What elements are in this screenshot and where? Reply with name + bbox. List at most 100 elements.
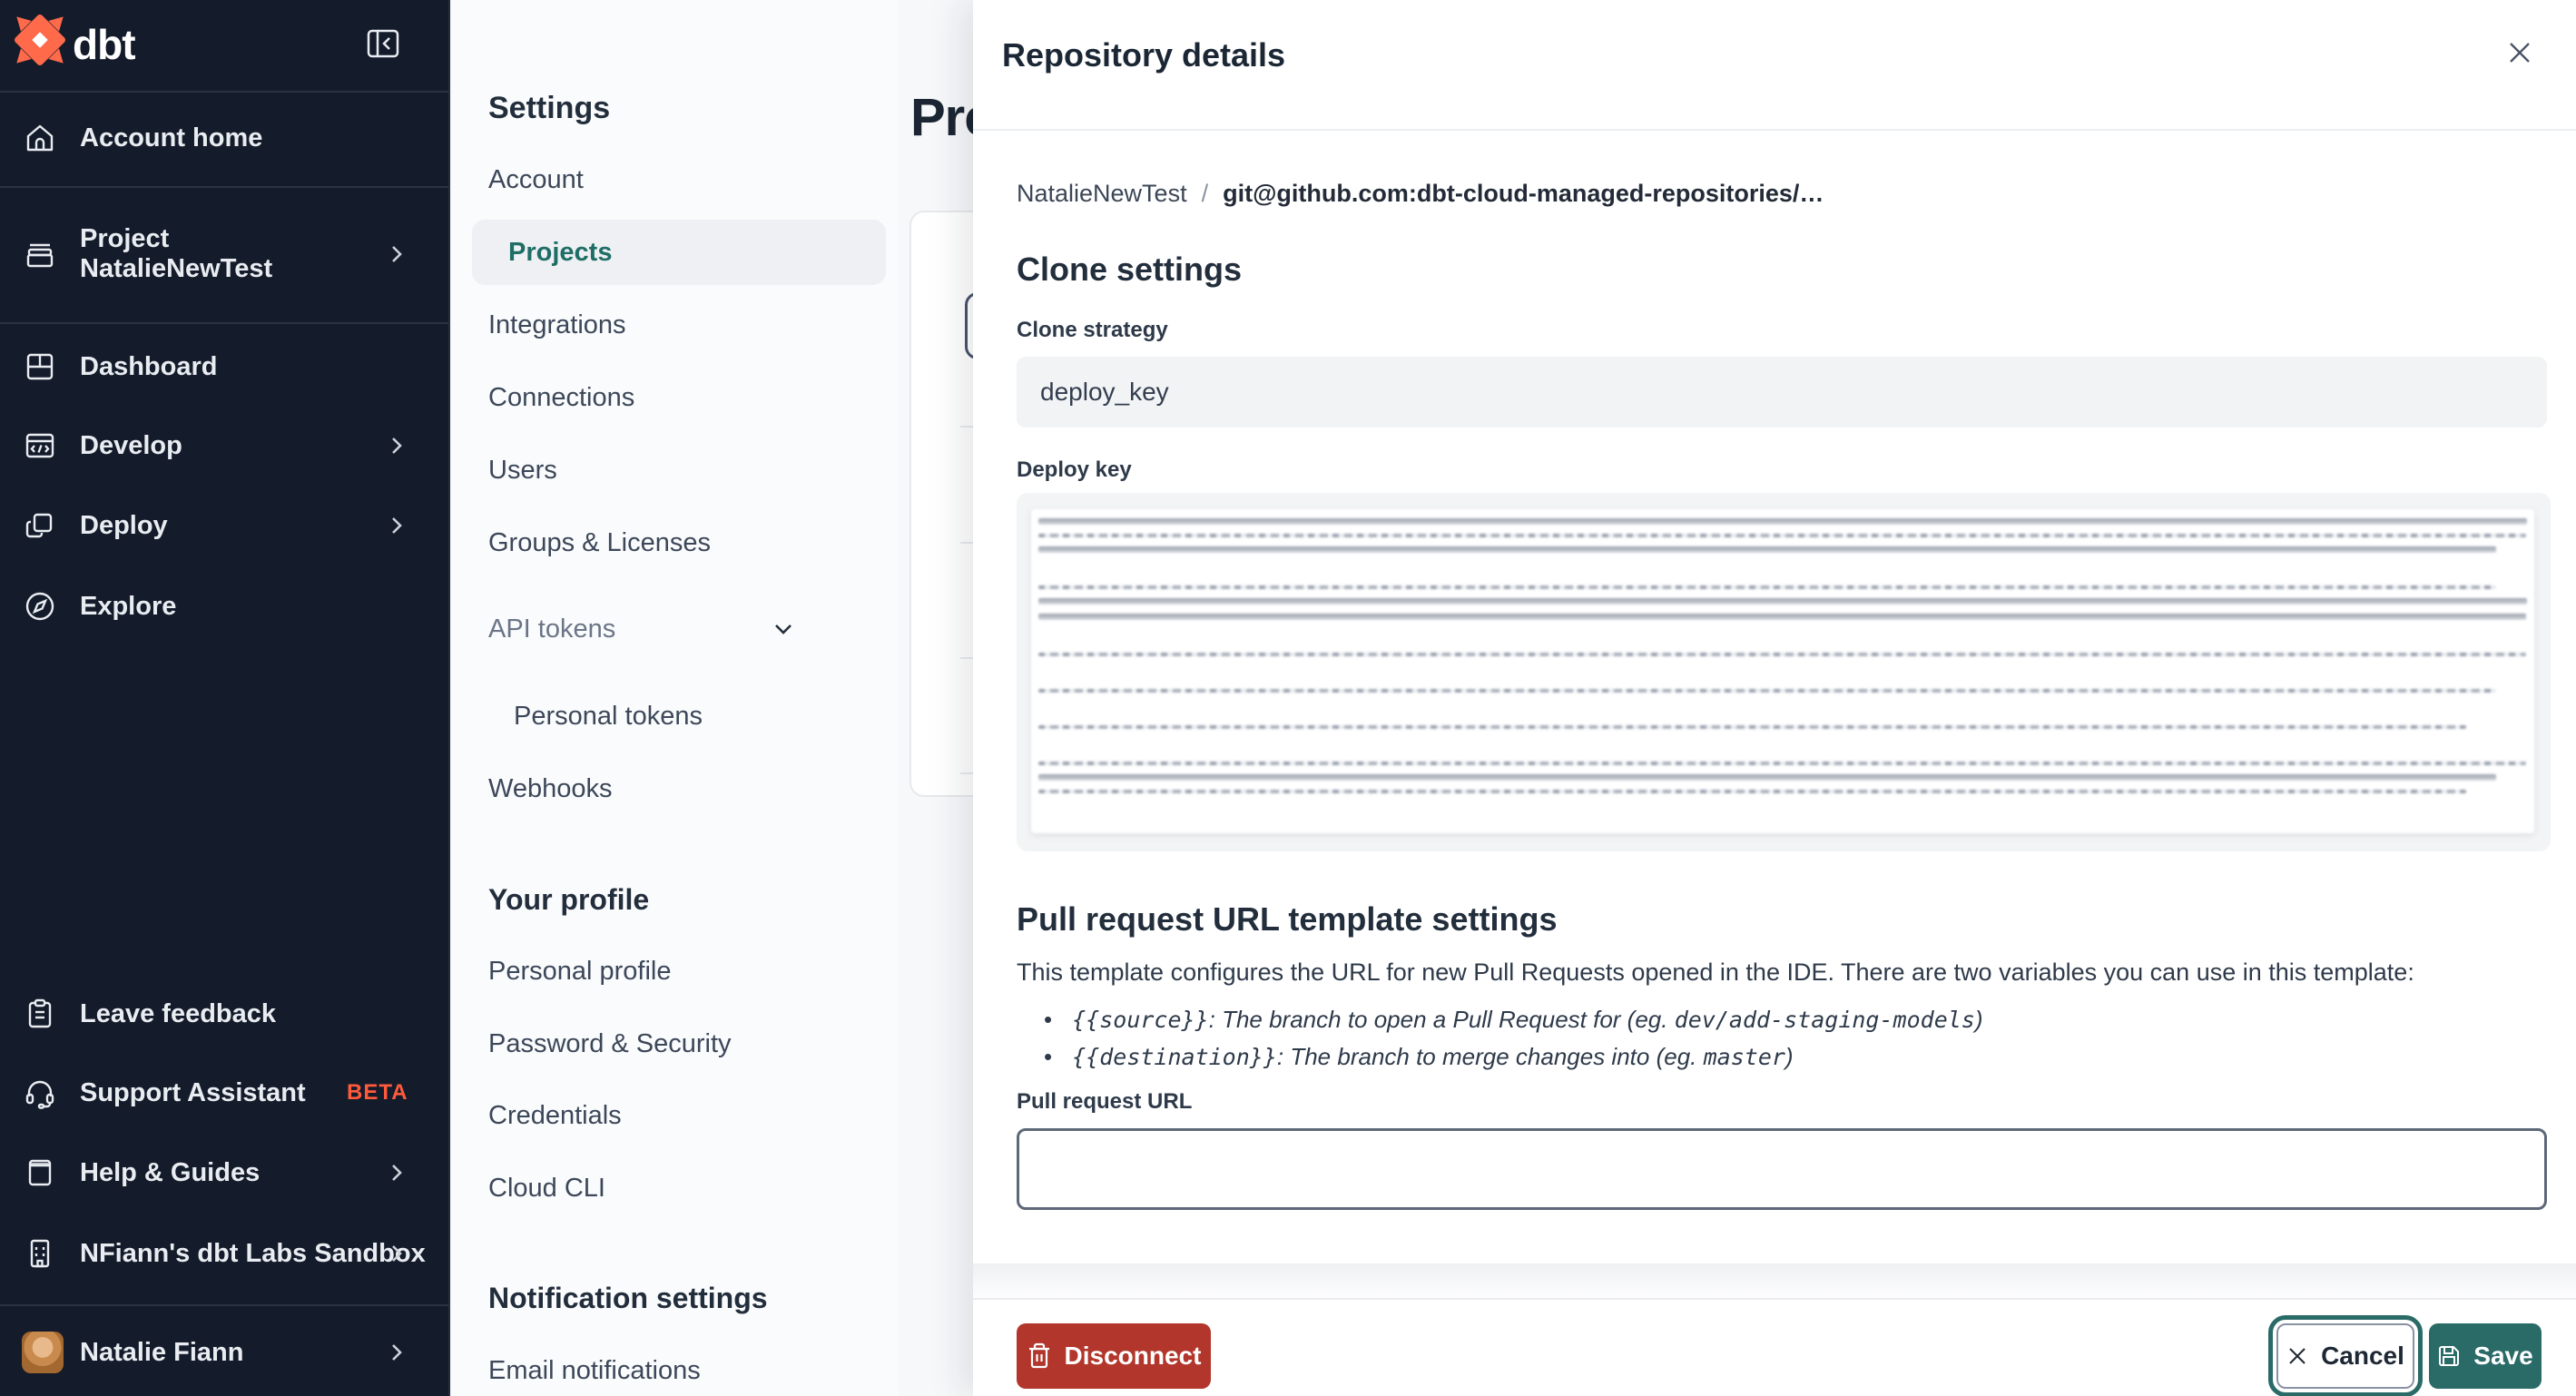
user-name: Natalie Fiann: [80, 1337, 244, 1367]
chevron-right-icon: [387, 244, 407, 264]
chevron-right-icon: [387, 1244, 407, 1263]
pr-template-heading: Pull request URL template settings: [1017, 900, 1558, 938]
chevron-right-icon: [387, 1163, 407, 1183]
clone-strategy-value: deploy_key: [1040, 378, 1169, 406]
settings-item-credentials[interactable]: Credentials: [488, 1088, 622, 1143]
repository-details-panel: Repository details NatalieNewTest / git@gi…: [973, 0, 2576, 1396]
sidebar-item-label: Support Assistant: [80, 1077, 306, 1107]
button-label: Save: [2473, 1342, 2533, 1370]
chevron-right-icon: [387, 1342, 407, 1362]
sidebar-item-account-home[interactable]: Account home: [0, 105, 448, 171]
deploy-icon: [24, 509, 56, 542]
dashboard-icon: [24, 350, 56, 383]
clone-settings-heading: Clone settings: [1017, 251, 1243, 288]
source-example-code: dev/add-staging-models: [1674, 1007, 1975, 1033]
chevron-right-icon: [387, 516, 407, 536]
settings-item-personal-tokens[interactable]: Personal tokens: [514, 689, 703, 743]
settings-item-email-notifications[interactable]: Email notifications: [488, 1343, 701, 1396]
sidebar-item-leave-feedback[interactable]: Leave feedback: [0, 981, 448, 1047]
x-icon: [2289, 1348, 2306, 1364]
home-icon: [24, 122, 56, 154]
settings-item-account[interactable]: Account: [488, 152, 584, 207]
sidebar-item-label: NFiann's dbt Labs Sandbox: [80, 1238, 426, 1268]
breadcrumb: NatalieNewTest / git@github.com:dbt-cloud-…: [1017, 180, 1824, 208]
settings-item-password-security[interactable]: Password & Security: [488, 1017, 732, 1071]
divider: [0, 1304, 448, 1306]
sidebar-item-label: Dashboard: [80, 351, 218, 381]
logo-row: dbt: [0, 0, 448, 91]
divider: [0, 91, 448, 93]
divider: [0, 322, 448, 324]
sidebar-item-label: Leave feedback: [80, 998, 277, 1028]
sidebar: dbt Account home Project NatalieNewTest …: [0, 0, 450, 1396]
settings-item-label: API tokens: [488, 614, 616, 644]
clipboard-icon: [24, 998, 56, 1030]
project-archive-icon: [24, 238, 56, 270]
panel-title: Repository details: [1002, 36, 1286, 74]
headset-icon: [24, 1076, 56, 1109]
dbt-wordmark: dbt: [73, 21, 136, 68]
sidebar-item-dashboard[interactable]: Dashboard: [0, 334, 448, 399]
chevron-right-icon: [387, 436, 407, 456]
code-window-icon: [24, 429, 56, 462]
settings-item-projects-active[interactable]: Projects: [472, 220, 886, 285]
beta-badge: BETA: [347, 1080, 408, 1105]
dbt-logo-icon: [15, 15, 65, 65]
settings-item-webhooks[interactable]: Webhooks: [488, 762, 613, 816]
chevron-down-icon[interactable]: [772, 617, 795, 641]
sidebar-item-project[interactable]: Project NatalieNewTest: [0, 209, 448, 300]
settings-item-connections[interactable]: Connections: [488, 370, 634, 425]
settings-item-cloud-cli[interactable]: Cloud CLI: [488, 1161, 605, 1215]
settings-item-personal-profile[interactable]: Personal profile: [488, 944, 672, 998]
settings-item-integrations[interactable]: Integrations: [488, 298, 626, 352]
button-label: Cancel: [2321, 1342, 2404, 1370]
sidebar-item-develop[interactable]: Develop: [0, 413, 448, 478]
save-icon: [2439, 1346, 2460, 1366]
disconnect-button[interactable]: Disconnect: [1017, 1323, 1211, 1389]
sidebar-item-help-guides[interactable]: Help & Guides: [0, 1140, 448, 1205]
pull-request-url-label: Pull request URL: [1017, 1089, 1193, 1114]
button-label: Disconnect: [1064, 1342, 1202, 1370]
breadcrumb-repo: git@github.com:dbt-cloud-managed-reposit…: [1223, 180, 1824, 207]
close-icon[interactable]: [2503, 36, 2536, 69]
destination-example-code: master: [1703, 1044, 1785, 1070]
deploy-key-redacted-box: [1017, 493, 2551, 851]
save-button[interactable]: Save: [2429, 1323, 2542, 1389]
panel-footer: Disconnect Cancel Save: [973, 1298, 2576, 1396]
sidebar-item-support-assistant[interactable]: Support Assistant BETA: [0, 1060, 448, 1126]
sidebar-item-explore[interactable]: Explore: [0, 574, 448, 639]
breadcrumb-separator: /: [1201, 180, 1209, 207]
clone-strategy-label: Clone strategy: [1017, 318, 1168, 342]
cancel-button[interactable]: Cancel: [2268, 1315, 2423, 1396]
settings-item-api-tokens[interactable]: API tokens: [488, 602, 615, 656]
sidebar-user-menu[interactable]: Natalie Fiann: [0, 1320, 448, 1385]
footer-scroll-fade: [973, 1263, 2576, 1298]
settings-nav: Settings Account Projects Integrations C…: [452, 0, 899, 1396]
list-item: {{source}}: The branch to open a Pull Re…: [1044, 1006, 1982, 1034]
settings-item-groups-licenses[interactable]: Groups & Licenses: [488, 516, 711, 570]
breadcrumb-project[interactable]: NatalieNewTest: [1017, 180, 1187, 207]
project-name: NatalieNewTest: [80, 254, 273, 283]
collapse-sidebar-icon[interactable]: [365, 25, 401, 62]
user-avatar: [22, 1332, 64, 1373]
pull-request-url-input[interactable]: [1017, 1128, 2547, 1210]
notification-settings-section-title: Notification settings: [488, 1282, 768, 1314]
divider: [0, 186, 448, 188]
sidebar-item-label: Project NatalieNewTest: [80, 224, 273, 283]
compass-icon: [24, 590, 56, 623]
deploy-key-blurred-content: [1031, 509, 2534, 833]
book-icon: [24, 1156, 56, 1189]
app-root: dbt Account home Project NatalieNewTest …: [0, 0, 2576, 1396]
pr-template-description: This template configures the URL for new…: [1017, 959, 2414, 986]
sidebar-item-label: Deploy: [80, 510, 168, 540]
sidebar-item-sandbox-account[interactable]: NFiann's dbt Labs Sandbox: [0, 1221, 448, 1286]
sidebar-item-deploy[interactable]: Deploy: [0, 493, 448, 558]
list-item: {{destination}}: The branch to merge cha…: [1044, 1043, 1983, 1071]
clone-strategy-field: deploy_key: [1017, 357, 2547, 428]
settings-title: Settings: [488, 91, 611, 125]
settings-item-users[interactable]: Users: [488, 443, 557, 497]
divider: [973, 129, 2576, 131]
trash-icon: [1028, 1342, 1049, 1369]
sidebar-item-label: Develop: [80, 430, 182, 460]
your-profile-section-title: Your profile: [488, 883, 650, 916]
